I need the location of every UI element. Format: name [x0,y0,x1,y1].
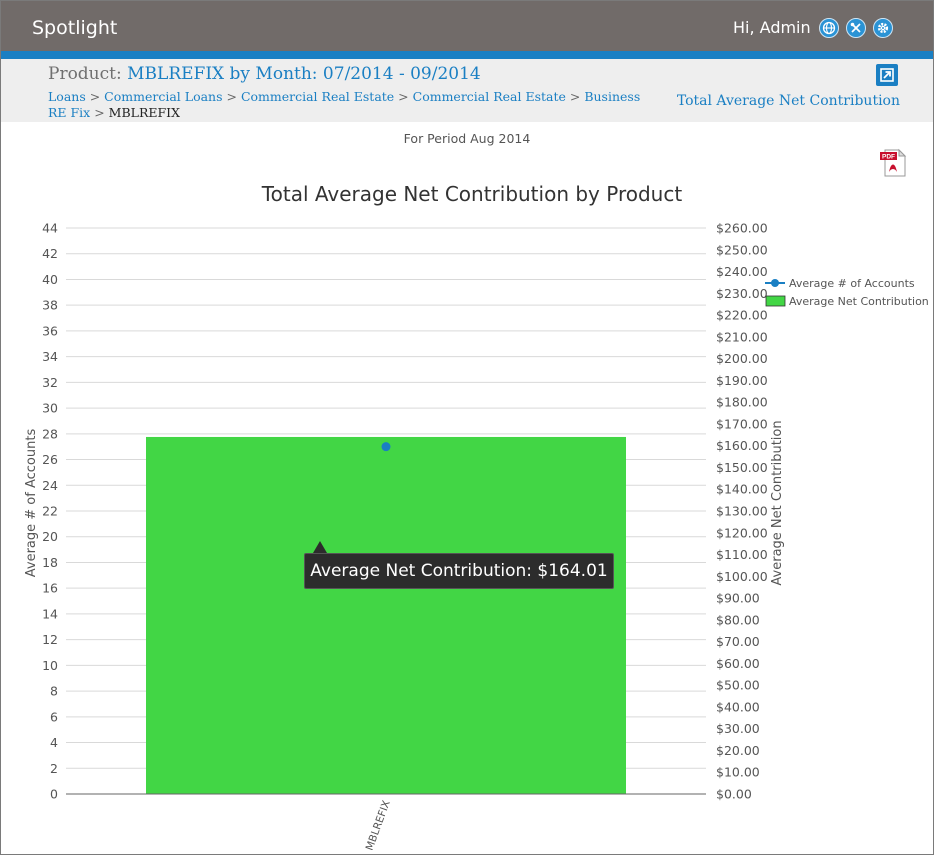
pdf-badge: PDF [882,154,895,161]
right-axis-tick-label: $20.00 [716,743,760,758]
breadcrumb-separator: > [90,105,109,120]
top-bar: Spotlight Hi, Admin [1,1,933,51]
product-value[interactable]: MBLREFIX by Month: 07/2014 - 09/2014 [127,64,481,84]
left-axis-tick-label: 38 [42,298,58,313]
breadcrumb-separator: > [85,89,105,104]
left-axis-tick-label: 14 [42,606,58,621]
right-axis-tick-label: $130.00 [716,504,768,519]
left-axis-tick-label: 20 [42,529,58,544]
pdf-export-icon[interactable]: PDF [879,148,909,178]
right-axis-tick-label: $0.00 [716,787,752,802]
left-axis-tick-label: 16 [42,581,58,596]
right-axis-tick-label: $40.00 [716,699,760,714]
breadcrumb-link[interactable]: Commercial Real Estate [413,89,566,104]
page-header: Product: MBLREFIX by Month: 07/2014 - 09… [1,59,933,122]
product-prefix: Product: [48,64,128,84]
left-axis-tick-label: 34 [42,349,58,364]
popout-button[interactable] [876,64,898,86]
breadcrumb-separator: > [565,89,585,104]
left-axis-tick-label: 4 [50,735,58,750]
left-axis-tick-label: 6 [50,709,58,724]
left-axis-tick-label: 28 [42,426,58,441]
legend-label: Average Net Contribution [789,295,929,308]
chart: Total Average Net Contribution by Produc… [24,182,929,850]
right-axis-label: Average Net Contribution [770,420,785,585]
right-axis-tick-label: $60.00 [716,656,760,671]
globe-icon[interactable] [819,18,839,38]
gear-icon[interactable] [873,18,893,38]
right-axis-tick-label: $250.00 [716,242,768,257]
user-greeting[interactable]: Hi, Admin [733,18,811,37]
left-axis-tick-label: 24 [42,478,58,493]
right-axis-tick-label: $260.00 [716,221,768,236]
chart-title: Total Average Net Contribution by Produc… [261,182,683,206]
right-axis-tick-label: $120.00 [716,525,768,540]
accent-bar [1,51,933,59]
chart-tooltip: Average Net Contribution: $164.01 [304,553,614,589]
left-axis-tick-label: 0 [50,787,58,802]
legend-point-swatch [771,279,779,287]
left-axis-label: Average # of Accounts [24,429,39,578]
breadcrumb: Loans > Commercial Loans > Commercial Re… [48,89,658,121]
left-axis-tick-label: 12 [42,632,58,647]
left-axis-tick-label: 30 [42,401,58,416]
left-axis-tick-label: 36 [42,323,58,338]
period-label: For Period Aug 2014 [403,131,531,146]
right-axis-tick-label: $150.00 [716,460,768,475]
chart-point [381,442,391,452]
left-axis-tick-label: 42 [42,246,58,261]
right-axis-tick-label: $110.00 [716,547,768,562]
breadcrumb-link[interactable]: Commercial Real Estate [241,89,394,104]
x-axis-tick-label: MBLREFIX [364,799,393,850]
breadcrumb-separator: > [222,89,241,104]
right-axis-tick-label: $100.00 [716,569,768,584]
left-axis-tick-label: 2 [50,761,58,776]
right-axis-tick-label: $90.00 [716,591,760,606]
breadcrumb-link[interactable]: Commercial Loans [104,89,222,104]
breadcrumb-separator: > [394,89,413,104]
right-axis-tick-label: $210.00 [716,329,768,344]
tooltip-arrow [313,541,327,553]
right-axis-tick-label: $80.00 [716,612,760,627]
right-axis-tick-label: $230.00 [716,286,768,301]
right-axis-tick-label: $240.00 [716,264,768,279]
left-axis-tick-label: 26 [42,452,58,467]
right-axis-tick-label: $180.00 [716,395,768,410]
legend-label: Average # of Accounts [789,277,915,290]
right-axis-tick-label: $50.00 [716,678,760,693]
left-axis-tick-label: 32 [42,375,58,390]
external-link-icon [880,68,894,82]
right-axis-tick-label: $70.00 [716,634,760,649]
chart-bar [146,436,626,794]
breadcrumb-link[interactable]: Loans [48,89,86,104]
right-axis-tick-label: $30.00 [716,721,760,736]
app-title: Spotlight [32,17,118,39]
right-axis-tick-label: $220.00 [716,308,768,323]
legend-bar-swatch [765,295,786,307]
breadcrumb-current: MBLREFIX [108,105,180,120]
right-axis-tick-label: $140.00 [716,482,768,497]
right-axis-tick-label: $190.00 [716,373,768,388]
left-axis-tick-label: 40 [42,272,58,287]
right-axis-tick-label: $160.00 [716,438,768,453]
tools-icon[interactable] [846,18,866,38]
right-axis-tick-label: $170.00 [716,416,768,431]
left-axis-tick-label: 18 [42,555,58,570]
left-axis-tick-label: 22 [42,504,58,519]
page-title: Product: MBLREFIX by Month: 07/2014 - 09… [48,64,481,84]
left-axis-tick-label: 44 [42,221,58,236]
left-axis-tick-label: 8 [50,684,58,699]
left-axis-tick-label: 10 [42,658,58,673]
metric-title-link[interactable]: Total Average Net Contribution [677,93,900,109]
right-axis-tick-label: $10.00 [716,765,760,780]
right-axis-tick-label: $200.00 [716,351,768,366]
